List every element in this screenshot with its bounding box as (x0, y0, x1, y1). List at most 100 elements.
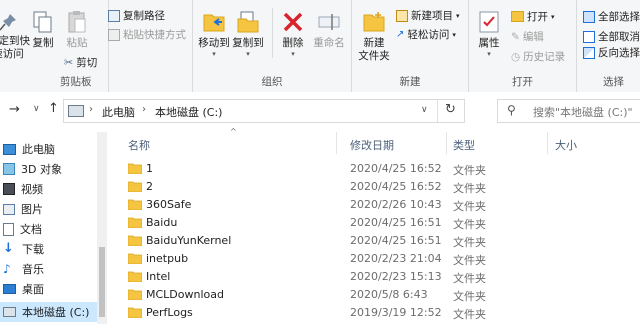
cut-label: 剪切 (76, 57, 98, 69)
properties-label: 属性 (478, 37, 500, 49)
easy-access-label: 轻松访问 (407, 29, 450, 41)
table-row[interactable]: 2 2020/4/25 16:52 文件夹 (107, 178, 640, 196)
new-item-button[interactable]: 新建项目 ▾ (396, 8, 460, 23)
copy-to-button[interactable]: 复制到 ▾ (231, 10, 265, 58)
select-none-button[interactable]: 全部取消 (583, 29, 640, 44)
nav-item-pictures[interactable]: 图片 (0, 199, 97, 219)
address-bar[interactable]: › 此电脑 › 本地磁盘 (C:) ∨ ↻ (63, 99, 465, 123)
sort-up-icon: ^ (230, 127, 237, 136)
column-size[interactable]: 大小 (555, 137, 577, 153)
file-name: 2 (146, 180, 153, 193)
file-name: MCLDownload (146, 288, 224, 301)
table-row[interactable]: 1 2020/4/25 16:52 文件夹 (107, 160, 640, 178)
move-to-button[interactable]: 移动到 ▾ (197, 10, 231, 58)
pin-to-quick-access-button[interactable]: 固定到快 速访问 (0, 12, 30, 61)
new-folder-button[interactable]: 新建 文件夹 (355, 10, 393, 63)
nav-item-3d-objects[interactable]: 3D 对象 (0, 159, 97, 179)
new-item-icon (396, 9, 408, 22)
column-divider[interactable] (336, 132, 337, 154)
nav-label: 本地磁盘 (C:) (22, 306, 90, 319)
select-group: 全部选择 全部取消 反向选择 选择 (577, 0, 640, 92)
open-folder-icon (511, 11, 524, 22)
breadcrumb-local-disk[interactable]: 本地磁盘 (C:) (155, 104, 222, 120)
file-type: 文件夹 (453, 290, 486, 303)
table-row[interactable]: Baidu 2020/4/25 16:51 文件夹 (107, 214, 640, 232)
nav-label: 此电脑 (22, 143, 55, 156)
rename-button[interactable]: 重命名 (309, 10, 349, 50)
properties-button[interactable]: 属性 ▾ (474, 10, 504, 58)
table-row[interactable]: Intel 2020/2/23 15:13 文件夹 (107, 268, 640, 286)
select-all-label: 全部选择 (598, 11, 640, 23)
column-divider[interactable] (547, 132, 548, 154)
file-name: Intel (146, 270, 171, 283)
computer-icon (3, 143, 16, 155)
file-name: 360Safe (146, 198, 192, 211)
delete-button[interactable]: 删除 ▾ (278, 10, 308, 58)
navigation-scrollbar[interactable] (97, 132, 107, 324)
table-row[interactable]: BaiduYunKernel 2020/4/25 16:51 文件夹 (107, 232, 640, 250)
file-modified: 2019/3/19 12:52 (350, 306, 442, 319)
select-group-label: 选择 (603, 76, 624, 88)
edit-label: 编辑 (522, 31, 544, 43)
copy-path-icon (108, 9, 120, 22)
column-divider[interactable] (446, 132, 447, 154)
copy-path-button[interactable]: 复制路径 (108, 8, 165, 23)
invert-selection-button[interactable]: 反向选择 (583, 45, 640, 60)
up-arrow-icon[interactable]: ↑ (48, 101, 59, 116)
cut-button[interactable]: ✂ 剪切 (64, 55, 97, 70)
copy-label: 复制 (32, 37, 54, 49)
forward-arrow-icon[interactable]: → (9, 102, 20, 117)
file-type: 文件夹 (453, 164, 486, 177)
edit-button[interactable]: ✎ 编辑 (511, 29, 544, 44)
nav-item-this-pc[interactable]: 此电脑 (0, 139, 97, 159)
nav-item-local-disk[interactable]: 本地磁盘 (C:) (0, 302, 97, 322)
table-row[interactable]: PerfLogs 2019/3/19 12:52 文件夹 (107, 304, 640, 322)
open-group-label: 打开 (512, 76, 533, 88)
scrollbar-thumb[interactable] (99, 247, 105, 317)
delete-x-icon (283, 12, 303, 32)
copy-button[interactable]: 复制 (28, 10, 58, 50)
column-name[interactable]: 名称 (128, 137, 150, 153)
file-modified: 2020/4/25 16:52 (350, 162, 442, 175)
easy-access-button[interactable]: ↗ 轻松访问 ▾ (396, 27, 456, 42)
search-box[interactable]: ⚲ 搜索"本地磁盘 (C:)" (497, 99, 640, 123)
refresh-icon[interactable]: ↻ (445, 102, 456, 117)
select-all-button[interactable]: 全部选择 (583, 9, 640, 24)
nav-item-videos[interactable]: 视频 (0, 179, 97, 199)
address-dropdown-icon[interactable]: ∨ (421, 105, 428, 115)
nav-item-downloads[interactable]: ↓ 下载 (0, 239, 97, 259)
recent-locations-chevron-icon[interactable]: ∨ (33, 104, 40, 114)
file-type: 文件夹 (453, 200, 486, 213)
file-modified: 2020/4/25 16:51 (350, 234, 442, 247)
file-modified: 2020/5/8 6:43 (350, 288, 428, 301)
file-name: PerfLogs (146, 306, 193, 319)
paste-icon (68, 11, 86, 33)
column-type[interactable]: 类型 (453, 137, 475, 153)
table-row[interactable]: 360Safe 2020/2/26 10:43 文件夹 (107, 196, 640, 214)
download-icon: ↓ (3, 241, 14, 256)
search-placeholder: 搜索"本地磁盘 (C:)" (533, 106, 633, 119)
nav-label: 3D 对象 (21, 163, 62, 176)
table-row[interactable]: inetpub 2020/2/23 21:04 文件夹 (107, 250, 640, 268)
new-group-label: 新建 (399, 76, 421, 88)
paste-label: 粘贴 (66, 37, 88, 49)
chevron-down-icon: ▾ (487, 50, 491, 58)
chevron-down-icon: ▾ (456, 11, 460, 20)
history-button[interactable]: ◷ 历史记录 (511, 49, 565, 64)
nav-item-music[interactable]: ♪ 音乐 (0, 259, 97, 279)
folder-icon (128, 289, 142, 300)
paste-button[interactable]: 粘贴 (62, 10, 92, 50)
nav-item-documents[interactable]: 文档 (0, 219, 97, 239)
new-folder-icon (363, 12, 385, 32)
folder-icon (128, 307, 142, 318)
pin-label: 固定到快 速访问 (0, 35, 30, 60)
folder-icon (128, 271, 142, 282)
nav-item-desktop[interactable]: 桌面 (0, 279, 97, 299)
column-modified[interactable]: 修改日期 (350, 137, 394, 153)
paste-shortcut-button[interactable]: 粘贴快捷方式 (108, 27, 186, 42)
nav-label: 文档 (20, 223, 42, 236)
breadcrumb-this-pc[interactable]: 此电脑 (102, 104, 135, 120)
file-type: 文件夹 (453, 236, 486, 249)
open-button[interactable]: 打开 ▾ (511, 9, 555, 24)
table-row[interactable]: MCLDownload 2020/5/8 6:43 文件夹 (107, 286, 640, 304)
